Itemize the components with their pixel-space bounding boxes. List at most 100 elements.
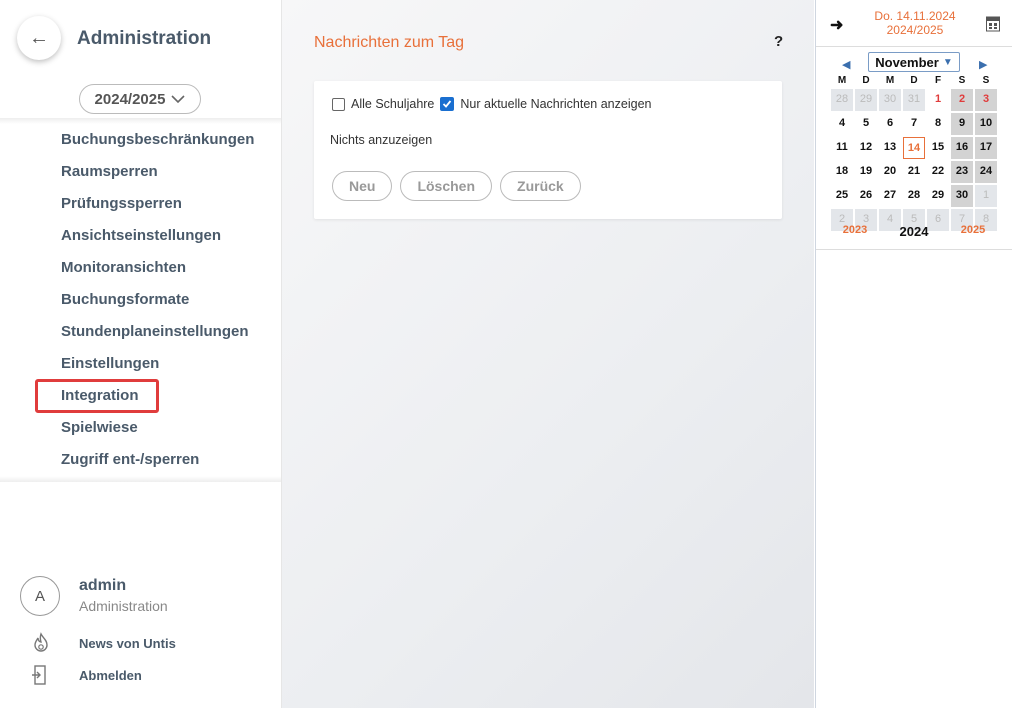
calendar-day[interactable]: 23	[951, 161, 973, 183]
news-label: News von Untis	[79, 635, 176, 651]
calendar-day[interactable]: 3	[975, 89, 997, 111]
prev-year-link[interactable]: 2023	[830, 224, 880, 239]
calendar-panel: ➜ Do. 14.11.2024 2024/2025 ◀ November ▼ …	[815, 0, 1012, 708]
empty-state-text: Nichts anzuzeigen	[330, 133, 433, 147]
weekday-header: D	[910, 75, 918, 86]
calendar-day[interactable]: 1	[927, 89, 949, 111]
nav-item-buchungsformate[interactable]: Buchungsformate	[0, 284, 281, 316]
calendar-day[interactable]: 18	[831, 161, 853, 183]
calendar-day[interactable]: 21	[903, 161, 925, 183]
delete-button[interactable]: Löschen	[400, 171, 493, 201]
admin-nav-list: Buchungsbeschränkungen Raumsperren Prüfu…	[0, 124, 281, 476]
calendar-day[interactable]: 25	[831, 185, 853, 207]
logout-link[interactable]: Abmelden	[30, 664, 142, 686]
calendar-day[interactable]: 13	[879, 137, 901, 159]
calendar-day[interactable]: 5	[855, 113, 877, 135]
news-link[interactable]: News von Untis	[30, 632, 176, 654]
nav-item-pruefungssperren[interactable]: Prüfungssperren	[0, 188, 281, 220]
prev-month-icon[interactable]: ◀	[842, 58, 850, 71]
back-button[interactable]: ←	[17, 16, 61, 60]
month-select[interactable]: November ▼	[868, 52, 960, 72]
current-only-label[interactable]: Nur aktuelle Nachrichten anzeigen	[460, 97, 651, 111]
arrow-right-icon[interactable]: ➜	[830, 15, 843, 35]
nav-item-raumsperren[interactable]: Raumsperren	[0, 156, 281, 188]
user-name: admin	[79, 577, 127, 594]
arrow-left-icon: ←	[29, 26, 49, 49]
nav-item-monitoransichten[interactable]: Monitoransichten	[0, 252, 281, 284]
calendar-day[interactable]: 16	[951, 137, 973, 159]
year-nav: 2023 2024 2025	[830, 224, 998, 239]
calendar-day[interactable]: 12	[855, 137, 877, 159]
flame-icon	[30, 632, 52, 654]
chevron-down-icon	[171, 92, 186, 107]
weekday-header: S	[958, 75, 966, 86]
checkmark-icon	[443, 100, 452, 108]
all-years-checkbox[interactable]	[332, 97, 345, 111]
calendar-day[interactable]: 19	[855, 161, 877, 183]
user-role: Administration	[79, 598, 168, 614]
avatar[interactable]: A	[20, 576, 60, 616]
all-years-label[interactable]: Alle Schuljahre	[351, 97, 434, 111]
calendar-day[interactable]: 15	[927, 137, 949, 159]
calendar-day[interactable]: 26	[855, 185, 877, 207]
school-year-select[interactable]: 2024/2025	[79, 84, 201, 114]
calendar-day[interactable]: 9	[951, 113, 973, 135]
calendar-day[interactable]: 1	[975, 185, 997, 207]
caret-down-icon: ▼	[942, 56, 953, 68]
calendar-day[interactable]: 29	[927, 185, 949, 207]
calendar-header-divider	[816, 46, 1012, 47]
calendar-day[interactable]: 20	[879, 161, 901, 183]
logout-label: Abmelden	[79, 667, 142, 683]
new-button[interactable]: Neu	[332, 171, 393, 201]
calendar-day[interactable]: 7	[903, 113, 925, 135]
school-year-value: 2024/2025	[94, 90, 166, 108]
current-date: Do. 14.11.2024 2024/2025	[858, 9, 972, 37]
weekday-header: M	[837, 75, 847, 86]
nav-item-stundenplaneinstellungen[interactable]: Stundenplaneinstellungen	[0, 316, 281, 348]
current-year: 2024	[899, 224, 929, 239]
calendar-day[interactable]: 30	[879, 89, 901, 111]
main-content: Nachrichten zum Tag ? Alle Schuljahre Nu…	[282, 0, 814, 708]
month-value: November	[875, 54, 939, 70]
action-buttons: Neu Löschen Zurück	[332, 171, 581, 201]
nav-item-zugriff[interactable]: Zugriff ent-/sperren	[0, 444, 281, 476]
next-year-link[interactable]: 2025	[948, 224, 998, 239]
calendar-day[interactable]: 31	[903, 89, 925, 111]
calendar-day[interactable]: 4	[831, 113, 853, 135]
calendar-day[interactable]: 22	[927, 161, 949, 183]
calendar-day[interactable]: 27	[879, 185, 901, 207]
sidebar: ← Administration 2024/2025 Buchungsbesch…	[0, 0, 282, 708]
help-button[interactable]: ?	[774, 33, 783, 50]
weekday-header: D	[862, 75, 870, 86]
nav-item-buchungsbeschraenkungen[interactable]: Buchungsbeschränkungen	[0, 124, 281, 156]
nav-item-integration[interactable]: Integration	[0, 379, 281, 413]
nav-item-ansichtseinstellungen[interactable]: Ansichtseinstellungen	[0, 220, 281, 252]
filter-row: Alle Schuljahre Nur aktuelle Nachrichten…	[332, 97, 657, 111]
calendar-day[interactable]: 8	[927, 113, 949, 135]
calendar-icon[interactable]	[986, 15, 1000, 32]
calendar-day[interactable]: 24	[975, 161, 997, 183]
current-only-checkbox[interactable]	[440, 97, 455, 111]
weekday-header: S	[982, 75, 990, 86]
calendar-day[interactable]: 28	[903, 185, 925, 207]
current-school-year-line: 2024/2025	[886, 23, 944, 37]
calendar-day[interactable]: 6	[879, 113, 901, 135]
calendar-day[interactable]: 10	[975, 113, 997, 135]
calendar-day[interactable]: 30	[951, 185, 973, 207]
weekday-header: F	[934, 75, 942, 86]
messages-card: Alle Schuljahre Nur aktuelle Nachrichten…	[314, 81, 782, 219]
back-list-button[interactable]: Zurück	[500, 171, 581, 201]
content-title: Nachrichten zum Tag	[314, 34, 464, 51]
next-month-icon[interactable]: ▶	[979, 58, 987, 71]
calendar-day[interactable]: 11	[831, 137, 853, 159]
calendar-day[interactable]: 2	[951, 89, 973, 111]
page-title: Administration	[77, 28, 212, 49]
calendar-day-today[interactable]: 14	[903, 137, 925, 159]
calendar-bottom-divider	[816, 249, 1012, 250]
nav-item-spielwiese[interactable]: Spielwiese	[0, 412, 281, 444]
calendar-day[interactable]: 29	[855, 89, 877, 111]
weekday-header: M	[885, 75, 895, 86]
calendar-day[interactable]: 28	[831, 89, 853, 111]
nav-item-einstellungen[interactable]: Einstellungen	[0, 348, 281, 380]
calendar-day[interactable]: 17	[975, 137, 997, 159]
